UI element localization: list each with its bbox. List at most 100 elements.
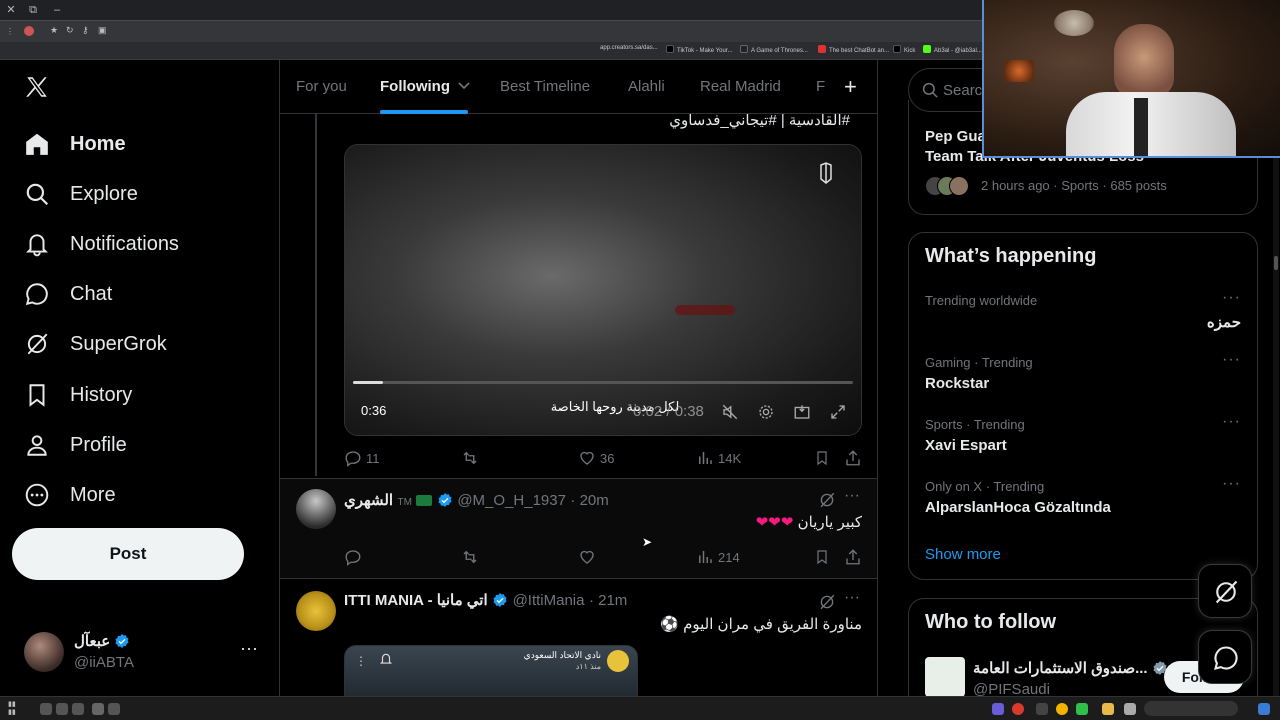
avatar[interactable] — [925, 657, 965, 696]
tweet-card[interactable]: الشهري TM @M_O_H_1937 · 20m ··· كبير يار… — [280, 478, 877, 578]
settings-gear-icon[interactable] — [757, 403, 775, 421]
like-button[interactable] — [578, 547, 600, 567]
microphone-icon[interactable] — [92, 703, 104, 715]
tab-alahli[interactable]: Alahli — [628, 78, 665, 95]
nav-history[interactable]: History — [24, 375, 132, 415]
suggest-name[interactable]: صندوق الاستثمارات العامة... — [973, 660, 1148, 677]
trend-name: Rockstar — [925, 375, 990, 392]
author-name[interactable]: ITTI MANIA - اتي مانيا — [344, 592, 488, 609]
avatar[interactable] — [296, 489, 336, 529]
taskbar-icon[interactable] — [40, 703, 52, 715]
duration-badge: 0:36 — [361, 403, 387, 418]
trend-more-icon[interactable]: ··· — [1222, 475, 1241, 493]
retweet-button[interactable] — [460, 547, 484, 567]
bookmark-item[interactable]: Kick — [893, 45, 915, 54]
taskbar-app-icon[interactable] — [1076, 703, 1088, 715]
video-player[interactable]: 0:36 لكل مدينة روحها الخاصة 0:02 / 0:38 — [344, 144, 862, 436]
share-button[interactable] — [844, 547, 866, 567]
grok-icon[interactable] — [818, 593, 836, 611]
pip-icon[interactable] — [793, 403, 811, 421]
tab-for-you[interactable]: For you — [296, 78, 347, 95]
nav-chat[interactable]: Chat — [24, 274, 112, 314]
taskbar-app-icon[interactable] — [1012, 703, 1024, 715]
post-button[interactable]: Post — [12, 528, 244, 580]
nav-explore[interactable]: Explore — [24, 174, 138, 214]
x-logo-icon[interactable] — [24, 74, 52, 102]
author-handle[interactable]: @IttiMania — [513, 592, 585, 609]
bookmark-button[interactable] — [814, 448, 834, 468]
tweet-card[interactable]: ITTI MANIA - اتي مانيا @IttiMania · 21m … — [280, 578, 877, 696]
tweet-more-icon[interactable]: ··· — [844, 589, 860, 607]
mute-icon[interactable] — [721, 403, 739, 421]
trend-item[interactable]: Trending worldwide حمزه ··· — [909, 283, 1257, 345]
trend-more-icon[interactable]: ··· — [1222, 413, 1241, 431]
tab-following[interactable]: Following — [380, 78, 470, 95]
share-button[interactable] — [844, 448, 866, 468]
scrollbar-thumb[interactable] — [1274, 256, 1278, 270]
grok-float-button[interactable] — [1198, 564, 1252, 618]
folder-app-icon[interactable] — [1102, 703, 1114, 715]
avatar[interactable] — [296, 591, 336, 631]
grok-icon[interactable] — [818, 491, 836, 509]
nav-home[interactable]: Home — [24, 124, 126, 164]
trend-item[interactable]: Only on X · Trending AlparslanHoca Gözal… — [909, 469, 1257, 531]
bookmark-icon — [817, 550, 827, 565]
start-menu-icon[interactable] — [1258, 703, 1270, 715]
retweet-icon — [463, 451, 477, 465]
close-window-icon[interactable]: ✕ — [4, 3, 18, 17]
nav-profile[interactable]: Profile — [24, 425, 127, 465]
nav-supergrok[interactable]: SuperGrok — [24, 324, 167, 364]
views-button[interactable]: 214 — [696, 547, 740, 567]
tab-overflow[interactable]: F — [816, 78, 825, 95]
tab-best-timeline[interactable]: Best Timeline — [500, 78, 590, 95]
restore-window-icon[interactable]: ⧉ — [26, 3, 40, 17]
taskbar-app-icon[interactable] — [1036, 703, 1048, 715]
show-more-link[interactable]: Show more — [925, 546, 1001, 563]
taskbar-icon[interactable] — [56, 703, 68, 715]
chrome-app-icon[interactable] — [1056, 703, 1068, 715]
tweet-time[interactable]: · 21m — [589, 592, 627, 609]
video-progress-track[interactable] — [353, 381, 853, 384]
like-button[interactable]: 36 — [578, 448, 614, 468]
tweet-more-icon[interactable]: ··· — [844, 487, 860, 505]
key-icon[interactable]: ⚷ — [82, 25, 89, 36]
bookmark-item[interactable]: The best ChatBot an... — [818, 45, 889, 54]
bookmark-button[interactable] — [814, 547, 834, 567]
extension-icon[interactable]: ▣ — [98, 25, 107, 36]
bookmark-item[interactable]: app.creators.sa/das... — [600, 45, 658, 51]
trend-more-icon[interactable]: ··· — [1222, 351, 1241, 369]
retweet-button[interactable] — [460, 448, 484, 468]
refresh-icon[interactable]: ↻ — [66, 25, 74, 36]
add-tab-icon[interactable]: + — [844, 74, 857, 100]
reply-button[interactable]: 11 — [344, 448, 380, 468]
trend-item[interactable]: Gaming · Trending Rockstar ··· — [909, 345, 1257, 407]
chat-float-button[interactable] — [1198, 630, 1252, 684]
author-name[interactable]: الشهري — [344, 492, 393, 509]
author-handle[interactable]: @M_O_H_1937 — [457, 492, 566, 509]
taskbar-search-box[interactable] — [1144, 701, 1238, 716]
fullscreen-icon[interactable] — [829, 403, 847, 421]
taskbar-app-icon[interactable] — [1124, 703, 1136, 715]
star-icon[interactable]: ★ — [50, 25, 58, 36]
embedded-media[interactable]: ⋮ نادي الاتحاد السعودي منذ ١١د — [344, 645, 638, 696]
nav-notifications[interactable]: Notifications — [24, 224, 179, 264]
views-button[interactable]: 14K — [696, 448, 741, 468]
tab-real-madrid[interactable]: Real Madrid — [700, 78, 781, 95]
trend-item[interactable]: Sports · Trending Xavi Espart ··· — [909, 407, 1257, 469]
reply-button[interactable] — [344, 547, 366, 567]
tweet-time[interactable]: · 20m — [570, 492, 608, 509]
trend-more-icon[interactable]: ··· — [1222, 289, 1241, 307]
account-switcher[interactable]: عبعآل @iiABTA ··· — [12, 626, 270, 678]
trend-meta: Gaming · Trending — [925, 355, 1033, 370]
nav-more[interactable]: More — [24, 475, 116, 515]
chevron-up-icon[interactable] — [108, 703, 120, 715]
minimize-window-icon[interactable]: – — [50, 3, 64, 17]
suggest-name-row: صندوق الاستثمارات العامة... — [973, 659, 1168, 678]
taskbar-icon[interactable] — [72, 703, 84, 715]
account-more-icon[interactable]: ··· — [240, 638, 258, 659]
bookmark-item[interactable]: TikTok - Make Your... — [666, 45, 732, 54]
taskbar-app-icon[interactable] — [992, 703, 1004, 715]
bookmark-item[interactable]: A Game of Thrones... — [740, 45, 808, 54]
menu-dots-icon[interactable]: ⋮ — [6, 27, 14, 36]
bookmark-item[interactable]: Ab3al - @iab3al... — [923, 45, 982, 54]
